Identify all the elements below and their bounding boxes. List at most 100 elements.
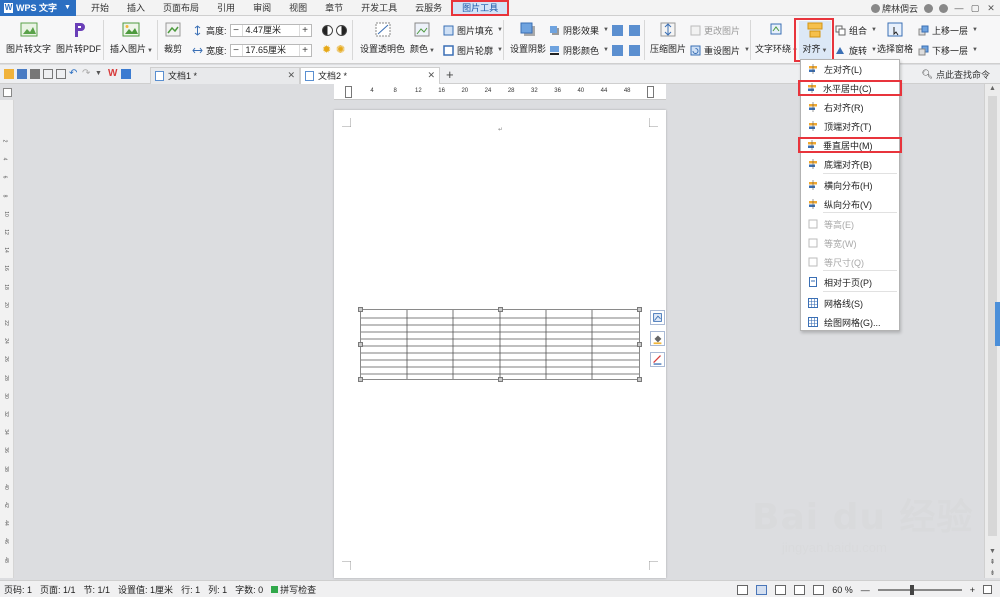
spell-check-toggle[interactable]: 拼写检查 (267, 583, 320, 596)
pic-to-pdf-button[interactable]: 图片转PDF (56, 21, 101, 55)
status-column[interactable]: 列: 1 (204, 583, 231, 596)
save-icon[interactable] (17, 69, 27, 79)
settings-icon[interactable] (924, 3, 933, 13)
zoom-out-button[interactable]: — (861, 585, 870, 595)
height-decrement[interactable]: − (231, 25, 242, 36)
nudge-shadow-down-icon[interactable] (629, 24, 640, 36)
tab-document-2[interactable]: 文档2 * ✕ (300, 66, 440, 84)
menu-tab-0[interactable]: 开始 (82, 0, 118, 16)
align-menu-item-bottom[interactable]: 底端对齐(B) (801, 156, 899, 172)
align-menu-item-eqw[interactable]: 等宽(W) (801, 235, 899, 251)
open-folder-icon[interactable] (4, 69, 14, 79)
menu-tab-2[interactable]: 页面布局 (154, 0, 208, 16)
user-account[interactable]: 牌林倜云 (870, 2, 918, 15)
layout-options-icon[interactable] (650, 310, 665, 325)
status-word-count[interactable]: 字数: 0 (231, 583, 267, 596)
bring-forward-button[interactable]: 上移一层 ▼ (918, 23, 978, 37)
menu-tab-5[interactable]: 视图 (280, 0, 316, 16)
page-view-icon[interactable] (756, 584, 768, 595)
pic-to-text-button[interactable]: 图片转文字 (6, 21, 51, 55)
brightness-up-icon[interactable]: ✹ (322, 44, 333, 56)
contrast-icon[interactable] (322, 24, 333, 36)
indent-marker-icon[interactable] (345, 86, 352, 98)
zoom-level[interactable]: 60 % (832, 585, 853, 595)
menu-tab-6[interactable]: 章节 (316, 0, 352, 16)
nudge-shadow-up-icon[interactable] (612, 24, 623, 36)
status-section[interactable]: 节: 1/1 (80, 583, 115, 596)
align-menu-item-top[interactable]: 顶端对齐(T) (801, 118, 899, 134)
rotate-button[interactable]: 旋转 ▼ (835, 43, 877, 57)
resize-handle[interactable] (358, 342, 363, 347)
reading-view-icon[interactable] (813, 584, 825, 595)
align-menu-item-vcenter[interactable]: 垂直居中(M) (798, 137, 902, 153)
undo-icon[interactable]: ↶ (69, 69, 79, 79)
resize-handle[interactable] (358, 307, 363, 312)
status-pages[interactable]: 页面: 1/1 (36, 583, 80, 596)
align-menu-item-eqh[interactable]: 等高(E) (801, 216, 899, 232)
web-view-icon[interactable] (794, 584, 806, 595)
page-preview-icon[interactable] (56, 69, 66, 79)
align-menu-item-hcenter[interactable]: 水平居中(C) (798, 80, 902, 96)
document-page[interactable]: ↵ (334, 110, 666, 578)
contrast-alt-icon[interactable] (336, 24, 347, 36)
cloud-box-icon[interactable] (121, 69, 131, 79)
send-backward-button[interactable]: 下移一层 ▼ (918, 43, 978, 57)
align-menu-item-eqs[interactable]: 等尺寸(Q) (801, 254, 899, 270)
color-button[interactable]: 颜色▼ (410, 21, 435, 55)
brightness-down-icon[interactable]: ✺ (336, 44, 347, 56)
height-increment[interactable]: + (300, 25, 311, 36)
height-input[interactable]: 4.47厘米 (241, 24, 300, 36)
insert-picture-button[interactable]: 插入图片▼ (110, 21, 153, 55)
scroll-up-icon[interactable]: ▲ (988, 84, 997, 93)
nudge-shadow-left-icon[interactable] (612, 44, 623, 56)
menu-tab-3[interactable]: 引用 (208, 0, 244, 16)
picture-fill-button[interactable]: 图片填充 ▼ (443, 23, 503, 37)
new-tab-button[interactable]: + (446, 67, 454, 82)
side-panel-toggle[interactable] (995, 302, 1000, 346)
menu-tab-1[interactable]: 插入 (118, 0, 154, 16)
outline-pen-icon[interactable] (650, 352, 665, 367)
right-indent-marker-icon[interactable] (647, 86, 654, 98)
print-preview-icon[interactable] (43, 69, 53, 79)
width-spinner[interactable]: −17.65厘米 + (229, 43, 312, 57)
menu-tab-9[interactable]: 图片工具 (451, 0, 510, 16)
set-transparent-button[interactable]: 设置透明色 (360, 21, 405, 55)
zoom-in-button[interactable]: + (970, 585, 975, 595)
status-row[interactable]: 行: 1 (177, 583, 204, 596)
group-button[interactable]: 组合 ▼ (835, 23, 877, 37)
tab-document-1[interactable]: 文档1 * ✕ (150, 66, 300, 84)
app-menu-button[interactable]: W WPS 文字 ▼ (0, 0, 76, 16)
ruler-tab-selector[interactable] (3, 88, 12, 97)
change-picture-button[interactable]: 更改图片 (690, 23, 740, 37)
restore-icon[interactable]: ▢ (970, 3, 980, 14)
resize-handle[interactable] (637, 342, 642, 347)
width-decrement[interactable]: − (231, 45, 242, 56)
text-wrap-button[interactable]: 文字环绕▼ (755, 21, 798, 55)
crop-button[interactable]: 裁剪 (163, 21, 183, 55)
align-menu-item-drawgrid[interactable]: 绘图网格(G)... (801, 314, 899, 330)
height-spinner[interactable]: −4.47厘米 + (229, 23, 312, 37)
width-increment[interactable]: + (300, 45, 311, 56)
status-setting[interactable]: 设置值: 1厘米 (114, 583, 177, 596)
menu-tab-8[interactable]: 云服务 (406, 0, 451, 16)
print-icon[interactable] (30, 69, 40, 79)
next-page-icon[interactable]: ⇟ (988, 569, 997, 578)
resize-handle[interactable] (498, 307, 503, 312)
set-shadow-button[interactable]: 设置阴影 (510, 21, 546, 55)
resize-handle[interactable] (637, 377, 642, 382)
picture-outline-button[interactable]: 图片轮廓 ▼ (443, 43, 503, 57)
resize-handle[interactable] (498, 377, 503, 382)
vertical-ruler[interactable]: 2 4 6 8 10 12 14 16 18 20 22 24 26 28 30 32 34 36 38 40 42 44… (0, 100, 14, 578)
align-menu-item-vdist[interactable]: 纵向分布(V) (801, 196, 899, 212)
menu-tab-7[interactable]: 开发工具 (352, 0, 406, 16)
zoom-slider-knob[interactable] (909, 584, 914, 595)
shadow-color-button[interactable]: 阴影颜色 ▼ (549, 43, 609, 57)
align-menu-item-left[interactable]: 左对齐(L) (801, 61, 899, 77)
align-menu-item-relpage[interactable]: 相对于页(P) (801, 274, 899, 290)
menu-tab-4[interactable]: 审阅 (244, 0, 280, 16)
close-tab-icon[interactable]: ✕ (427, 70, 435, 81)
resize-handle[interactable] (637, 307, 642, 312)
customize-toolbar-icon[interactable]: ▼ (95, 69, 105, 79)
horizontal-ruler[interactable]: 481216202428323640444852 (334, 84, 666, 100)
shadow-effect-button[interactable]: 阴影效果 ▼ (549, 23, 609, 37)
